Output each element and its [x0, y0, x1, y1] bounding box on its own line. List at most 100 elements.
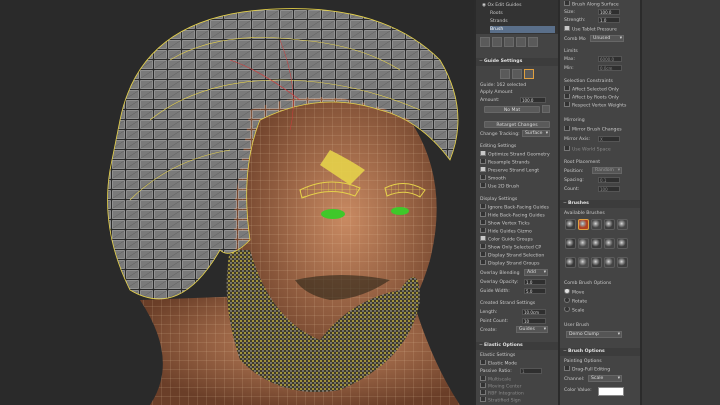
option-color-groups[interactable]: Color Guide Groups: [480, 236, 555, 243]
checkbox[interactable]: [564, 366, 570, 371]
checkbox[interactable]: [480, 204, 486, 209]
pin-icon[interactable]: [480, 37, 490, 47]
elastic-options-header[interactable]: −Elastic Options: [476, 342, 558, 350]
option-smooth[interactable]: Smooth: [480, 175, 555, 182]
option-vertex-weights[interactable]: Respect Vertex Weights: [564, 102, 637, 109]
brush-slot-icon[interactable]: [591, 257, 602, 268]
option-mirror-brush[interactable]: Mirror Brush Changes: [564, 126, 637, 133]
create-dropdown[interactable]: Guides: [516, 326, 548, 333]
option-optimize[interactable]: Optimize Strand Geometry: [480, 151, 555, 158]
checkbox[interactable]: [564, 126, 570, 131]
checkbox[interactable]: [480, 167, 486, 172]
option-only-selected-cp[interactable]: Show Only Selected CP: [480, 244, 555, 251]
checkbox[interactable]: [564, 94, 570, 99]
tree-item-roots[interactable]: Roots: [490, 10, 555, 17]
config-icon[interactable]: [528, 37, 538, 47]
checkbox[interactable]: [480, 183, 486, 188]
strength-input[interactable]: 1.0: [598, 17, 620, 23]
option-strand-groups[interactable]: Display Strand Groups: [480, 260, 555, 267]
material-icon[interactable]: [542, 105, 550, 113]
option-drag-full[interactable]: Drag-Full Editing: [564, 366, 637, 373]
checkbox[interactable]: [480, 390, 486, 395]
brush-slot-icon[interactable]: [604, 238, 615, 249]
length-input[interactable]: 10.0cm: [522, 309, 546, 315]
checkbox[interactable]: [564, 146, 570, 151]
stack-icon[interactable]: [492, 37, 502, 47]
point-count-input[interactable]: 10: [522, 318, 546, 324]
brush-slot-icon[interactable]: [591, 238, 602, 249]
brush-slot-icon[interactable]: [565, 219, 576, 230]
option-rbf[interactable]: RBF Integration: [480, 390, 555, 397]
radio-scale[interactable]: Scale: [564, 307, 637, 314]
brush-slot-icon[interactable]: [604, 219, 615, 230]
option-affect-selected[interactable]: Affect Selected Only: [564, 86, 637, 93]
change-tracking-dropdown[interactable]: Surface: [522, 130, 550, 137]
min-input[interactable]: 0.0cm: [598, 65, 622, 71]
unique-icon[interactable]: [504, 37, 514, 47]
checkbox[interactable]: [480, 360, 486, 365]
radio-button[interactable]: [564, 289, 570, 294]
option-stratified[interactable]: Stratified Sign: [480, 397, 555, 404]
tree-root[interactable]: ◉ Ox Edit Guides: [482, 2, 555, 9]
option-elastic-mode[interactable]: Elastic Mode: [480, 360, 555, 367]
count-input[interactable]: 100: [598, 186, 620, 192]
option-2d-brush[interactable]: Use 2D Brush: [480, 183, 555, 190]
option-strand-selection[interactable]: Display Strand Selection: [480, 252, 555, 259]
viewport-3d[interactable]: [0, 0, 474, 405]
checkbox[interactable]: [564, 1, 570, 6]
checkbox[interactable]: [564, 102, 570, 107]
checkbox[interactable]: [480, 397, 486, 402]
brush-slot-icon[interactable]: [578, 257, 589, 268]
brush-slot-icon[interactable]: [578, 238, 589, 249]
checkbox[interactable]: [480, 244, 486, 249]
user-brush-dropdown[interactable]: Demo Clump: [566, 331, 622, 338]
option-resample[interactable]: Resample Strands: [480, 159, 555, 166]
retarget-changes-button[interactable]: Retarget Changes: [484, 121, 550, 128]
checkbox[interactable]: [480, 383, 486, 388]
position-dropdown[interactable]: Random: [592, 167, 622, 174]
option-preserve-length[interactable]: Preserve Strand Lengt: [480, 167, 555, 174]
option-multiscale[interactable]: Multiscale: [480, 376, 555, 383]
mirror-axis-input[interactable]: X: [598, 136, 620, 142]
viewport-canvas[interactable]: [0, 0, 474, 405]
option-brush-along-surface[interactable]: Brush Along Surface: [564, 1, 637, 8]
brush-slot-icon[interactable]: [565, 238, 576, 249]
guide-settings-header[interactable]: −Guide Settings: [476, 58, 558, 66]
option-ignore-backfacing[interactable]: Ignore Back-Facing Guides: [480, 204, 555, 211]
modifier-tree[interactable]: ◉ Ox Edit Guides Roots Strands Brush: [476, 0, 558, 34]
color-value-swatch[interactable]: [598, 387, 624, 396]
checkbox[interactable]: [480, 228, 486, 233]
brushes-header[interactable]: −Brushes: [560, 200, 640, 208]
checkbox[interactable]: [480, 175, 486, 180]
brush-slot-icon[interactable]: [578, 219, 589, 230]
brush-slot-icon[interactable]: [591, 219, 602, 230]
brush-slot-icon[interactable]: [604, 257, 615, 268]
brush-slot-icon[interactable]: [565, 257, 576, 268]
brush-options-header[interactable]: −Brush Options: [560, 348, 640, 356]
spacing-input[interactable]: 0.1: [598, 177, 620, 183]
checkbox[interactable]: [480, 151, 486, 156]
comb-mode-dropdown[interactable]: Unused: [590, 35, 624, 42]
no-mat-button[interactable]: No Mat: [484, 106, 540, 113]
brush-slot-icon[interactable]: [617, 238, 628, 249]
checkbox[interactable]: [480, 159, 486, 164]
option-hide-gizmo[interactable]: Hide Guides Gizmo: [480, 228, 555, 235]
option-moving-center[interactable]: Moving Center: [480, 383, 555, 390]
passive-ratio-input[interactable]: 1: [520, 368, 542, 374]
checkbox[interactable]: [480, 252, 486, 257]
checkbox[interactable]: [480, 376, 486, 381]
amount-input[interactable]: 100.0: [520, 97, 546, 103]
select-icon[interactable]: [500, 69, 510, 79]
checkbox[interactable]: [480, 220, 486, 225]
checkbox[interactable]: [480, 236, 486, 241]
delete-icon[interactable]: [516, 37, 526, 47]
checkbox[interactable]: [480, 212, 486, 217]
radio-move[interactable]: Move: [564, 289, 637, 296]
brush-slot-icon[interactable]: [617, 257, 628, 268]
brush-slot-icon[interactable]: [617, 219, 628, 230]
channel-dropdown[interactable]: Scale: [588, 375, 622, 382]
checkbox[interactable]: [564, 86, 570, 91]
radio-rotate[interactable]: Rotate: [564, 298, 637, 305]
max-input[interactable]: 6000.0: [598, 56, 622, 62]
option-world-space[interactable]: Use World Space: [564, 146, 637, 153]
